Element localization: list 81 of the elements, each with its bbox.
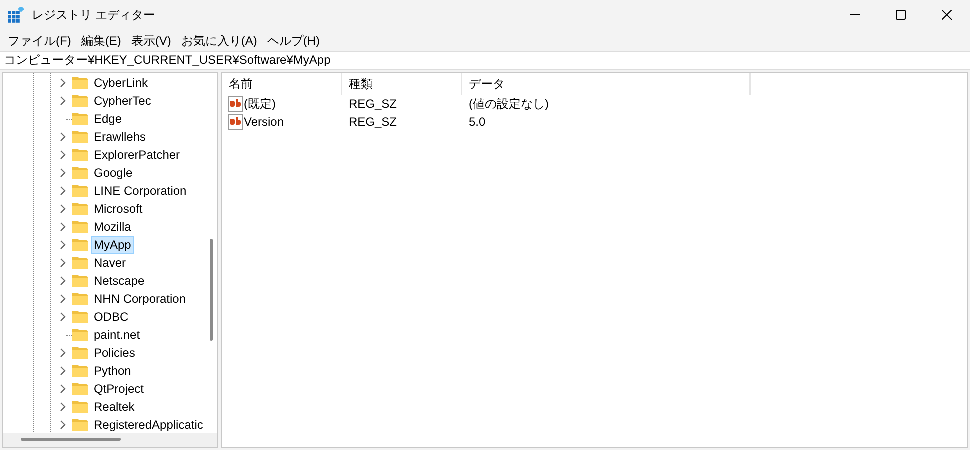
address-bar[interactable]: コンピューター¥HKEY_CURRENT_USER¥Software¥MyApp: [0, 51, 970, 70]
tree-item[interactable]: Microsoft: [91, 200, 146, 218]
folder-icon: [71, 310, 89, 324]
column-header[interactable]: 名前: [222, 73, 342, 95]
chevron-icon[interactable]: [59, 276, 67, 286]
folder-icon: [71, 418, 89, 432]
folder-icon: [71, 346, 89, 360]
chevron-icon[interactable]: [59, 312, 67, 322]
registry-editor-icon: [8, 7, 24, 23]
chevron-icon[interactable]: [59, 420, 67, 430]
string-value-icon: [228, 114, 244, 130]
tree-item[interactable]: Naver: [91, 254, 130, 272]
chevron-icon[interactable]: [59, 96, 67, 106]
maximize-icon: [896, 10, 906, 20]
chevron-icon[interactable]: [59, 186, 67, 196]
chevron-icon[interactable]: [59, 204, 67, 214]
value-type: REG_SZ: [349, 115, 398, 129]
scrollbar-thumb[interactable]: [21, 438, 121, 441]
chevron-icon[interactable]: [59, 348, 67, 358]
value-data: (値の設定なし): [469, 97, 549, 111]
column-header[interactable]: 種類: [342, 73, 462, 95]
scrollbar-thumb[interactable]: [210, 239, 213, 341]
menu-item[interactable]: 編集(E): [77, 30, 128, 50]
chevron-icon[interactable]: [59, 78, 67, 88]
folder-icon: [71, 328, 89, 342]
folder-icon: [71, 220, 89, 234]
tree-item[interactable]: Edge: [91, 110, 126, 128]
folder-icon: [71, 166, 89, 180]
tree-item[interactable]: QtProject: [91, 380, 148, 398]
chevron-icon[interactable]: [59, 150, 67, 160]
chevron-icon[interactable]: [59, 258, 67, 268]
menu-item[interactable]: ヘルプ(H): [263, 30, 326, 50]
tree-item[interactable]: ODBC: [91, 308, 132, 326]
tree-item[interactable]: Realtek: [91, 398, 138, 416]
folder-icon: [71, 202, 89, 216]
menu-item[interactable]: お気に入り(A): [177, 30, 264, 50]
folder-icon: [71, 184, 89, 198]
folder-icon: [71, 112, 89, 126]
menu-item[interactable]: ファイル(F): [4, 30, 78, 50]
folder-icon: [71, 238, 89, 252]
tree-item[interactable]: LINE Corporation: [91, 182, 190, 200]
folder-icon: [71, 274, 89, 288]
column-header[interactable]: データ: [462, 73, 750, 95]
tree-item[interactable]: NHN Corporation: [91, 290, 190, 308]
folder-icon: [71, 292, 89, 306]
value-name[interactable]: Version: [244, 113, 284, 131]
tree-item[interactable]: ExplorerPatcher: [91, 146, 184, 164]
tree-item[interactable]: Google: [91, 164, 136, 182]
tree-item[interactable]: Netscape: [91, 272, 148, 290]
folder-icon: [71, 364, 89, 378]
folder-icon: [71, 148, 89, 162]
close-icon: [942, 10, 952, 20]
menu-item[interactable]: 表示(V): [127, 30, 178, 50]
tree-item[interactable]: Mozilla: [91, 218, 134, 236]
tree-item[interactable]: MyApp: [91, 236, 134, 254]
value-type: REG_SZ: [349, 97, 398, 111]
tree-item[interactable]: Policies: [91, 344, 138, 362]
tree-item[interactable]: CypherTec: [91, 92, 154, 110]
tree-item[interactable]: paint.net: [91, 326, 144, 344]
string-value-icon: [228, 96, 244, 112]
window-title: レジストリ エディター: [32, 7, 156, 24]
folder-icon: [71, 400, 89, 414]
tree-item[interactable]: Python: [91, 362, 134, 380]
tree-item[interactable]: RegisteredApplicatic: [91, 416, 206, 434]
tree-item[interactable]: Erawllehs: [91, 128, 150, 146]
chevron-icon[interactable]: [59, 366, 67, 376]
chevron-icon[interactable]: [59, 168, 67, 178]
folder-icon: [71, 130, 89, 144]
chevron-icon[interactable]: [59, 402, 67, 412]
chevron-icon[interactable]: [59, 294, 67, 304]
chevron-icon[interactable]: [59, 384, 67, 394]
chevron-icon[interactable]: [59, 222, 67, 232]
tree-item[interactable]: CyberLink: [91, 74, 152, 92]
chevron-icon[interactable]: [59, 132, 67, 142]
folder-icon: [71, 76, 89, 90]
folder-icon: [71, 94, 89, 108]
value-name[interactable]: (既定): [244, 95, 276, 113]
value-data: 5.0: [469, 115, 486, 129]
folder-icon: [71, 256, 89, 270]
folder-icon: [71, 382, 89, 396]
chevron-icon[interactable]: [59, 240, 67, 250]
